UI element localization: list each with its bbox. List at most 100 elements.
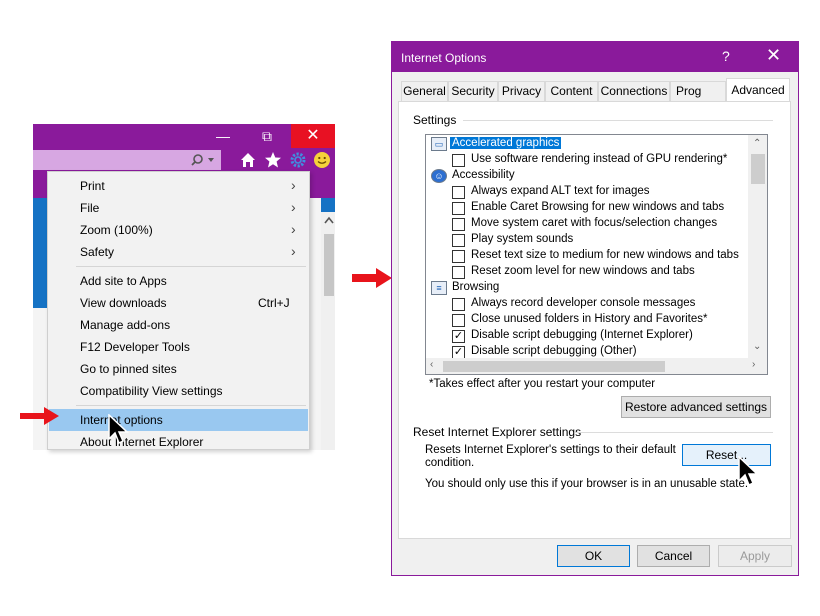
- reset-description: Resets Internet Explorer's settings to t…: [425, 444, 676, 469]
- checkbox-checked[interactable]: ✓: [452, 330, 465, 343]
- menu-separator: [76, 266, 306, 267]
- gear-icon[interactable]: [289, 151, 307, 169]
- tab-programs[interactable]: Prog: [670, 81, 726, 101]
- dialog-titlebar: Internet Options ? ✕: [392, 42, 798, 72]
- minimize-button[interactable]: —: [203, 124, 243, 148]
- menu-item-shortcut: Ctrl+J: [258, 296, 290, 310]
- checkbox[interactable]: [452, 250, 465, 263]
- mouse-cursor-icon: [738, 456, 759, 487]
- menu-item-view-downloads[interactable]: View downloads Ctrl+J: [49, 292, 308, 314]
- tab-connections[interactable]: Connections: [598, 81, 670, 101]
- chevron-right-icon: ›: [291, 199, 296, 215]
- menu-item-label: F12 Developer Tools: [80, 340, 190, 354]
- help-button[interactable]: ?: [722, 48, 730, 64]
- home-icon[interactable]: [240, 152, 256, 168]
- checkbox[interactable]: [452, 186, 465, 199]
- apply-button[interactable]: Apply: [718, 545, 792, 567]
- menu-item-label: File: [80, 201, 100, 215]
- setting-checkbox[interactable]: Always record developer console messages: [426, 296, 746, 312]
- restore-button[interactable]: ⧉: [247, 124, 287, 148]
- menu-item-compatibility-view-settings[interactable]: Compatibility View settings: [49, 380, 308, 402]
- restore-advanced-settings-button[interactable]: Restore advanced settings: [621, 396, 771, 418]
- menu-item-label: About Internet Explorer: [80, 435, 204, 449]
- display-icon: ▭: [431, 137, 447, 151]
- cancel-button[interactable]: Cancel: [637, 545, 710, 567]
- smiley-feedback-icon[interactable]: [313, 151, 331, 169]
- checkbox[interactable]: [452, 314, 465, 327]
- scroll-left-icon[interactable]: ‹: [430, 359, 433, 370]
- settings-horizontal-scroll-thumb[interactable]: [443, 361, 665, 372]
- menu-item-f12-developer-tools[interactable]: F12 Developer Tools: [49, 336, 308, 358]
- dialog-title: Internet Options: [401, 51, 487, 65]
- checkbox[interactable]: [452, 202, 465, 215]
- browsing-icon: ≡: [431, 281, 447, 295]
- menu-item-label: View downloads: [80, 296, 167, 310]
- menu-item-file[interactable]: File ›: [49, 197, 308, 219]
- checkbox[interactable]: [452, 154, 465, 167]
- settings-group-accessibility[interactable]: ☺ Accessibility: [426, 168, 746, 184]
- settings-group-accelerated-graphics[interactable]: ▭ Accelerated graphics: [426, 136, 746, 152]
- setting-checkbox[interactable]: Reset zoom level for new windows and tab…: [426, 264, 746, 280]
- setting-checkbox[interactable]: Play system sounds: [426, 232, 746, 248]
- menu-item-label: Compatibility View settings: [80, 384, 223, 398]
- reset-group-label: Reset Internet Explorer settings: [413, 425, 582, 439]
- setting-checkbox[interactable]: Enable Caret Browsing for new windows an…: [426, 200, 746, 216]
- scroll-down-icon[interactable]: ⌄: [753, 341, 761, 352]
- tab-security[interactable]: Security: [448, 81, 498, 101]
- internet-options-dialog: Internet Options ? ✕ General Security Pr…: [391, 41, 799, 576]
- tab-general[interactable]: General: [401, 81, 448, 101]
- address-bar[interactable]: [33, 150, 221, 170]
- mouse-cursor-icon: [108, 414, 129, 445]
- menu-item-go-to-pinned-sites[interactable]: Go to pinned sites: [49, 358, 308, 380]
- settings-vertical-scroll-thumb[interactable]: [751, 154, 765, 184]
- setting-checkbox[interactable]: ✓ Disable script debugging (Internet Exp…: [426, 328, 746, 344]
- search-icon[interactable]: [191, 154, 217, 166]
- menu-item-about-internet-explorer[interactable]: About Internet Explorer: [49, 431, 308, 453]
- settings-group-browsing[interactable]: ≡ Browsing: [426, 280, 746, 296]
- dialog-close-button[interactable]: ✕: [766, 45, 781, 66]
- tab-content[interactable]: Content: [545, 81, 598, 101]
- close-button[interactable]: ✕: [291, 124, 335, 148]
- setting-checkbox[interactable]: Reset text size to medium for new window…: [426, 248, 746, 264]
- menu-item-print[interactable]: Print ›: [49, 175, 308, 197]
- scroll-up-icon[interactable]: [324, 216, 334, 224]
- menu-item-label: Safety: [80, 245, 115, 259]
- scroll-right-icon[interactable]: ›: [752, 359, 755, 370]
- checkbox[interactable]: [452, 218, 465, 231]
- menu-item-safety[interactable]: Safety ›: [49, 241, 308, 263]
- setting-checkbox[interactable]: Close unused folders in History and Favo…: [426, 312, 746, 328]
- tab-privacy[interactable]: Privacy: [498, 81, 545, 101]
- menu-item-internet-options[interactable]: Internet options: [49, 409, 308, 431]
- menu-item-label: Print: [80, 179, 105, 193]
- page-scroll-thumb[interactable]: [324, 234, 334, 296]
- page-blue-strip-left: [33, 198, 47, 308]
- menu-item-add-site-to-apps[interactable]: Add site to Apps: [49, 270, 308, 292]
- tab-advanced[interactable]: Advanced: [726, 78, 790, 102]
- menu-item-manage-add-ons[interactable]: Manage add-ons: [49, 314, 308, 336]
- checkbox[interactable]: [452, 298, 465, 311]
- reset-warning: You should only use this if your browser…: [425, 478, 749, 490]
- menu-item-zoom[interactable]: Zoom (100%) ›: [49, 219, 308, 241]
- advanced-tab-panel: Settings ▭ Accelerated graphics Use soft…: [398, 101, 791, 539]
- ok-button[interactable]: OK: [557, 545, 630, 567]
- ie-titlebar: — ⧉ ✕: [33, 124, 335, 148]
- scroll-up-icon[interactable]: ⌃: [753, 138, 761, 149]
- group-divider: [463, 120, 773, 121]
- setting-checkbox[interactable]: Move system caret with focus/selection c…: [426, 216, 746, 232]
- group-divider: [575, 432, 773, 433]
- favorites-star-icon[interactable]: [264, 151, 282, 169]
- menu-item-label: Go to pinned sites: [80, 362, 177, 376]
- accessibility-icon: ☺: [431, 169, 447, 183]
- menu-item-label: Manage add-ons: [80, 318, 171, 332]
- setting-checkbox[interactable]: Always expand ALT text for images: [426, 184, 746, 200]
- settings-list[interactable]: ▭ Accelerated graphics Use software rend…: [425, 134, 768, 375]
- checkbox[interactable]: [452, 234, 465, 247]
- menu-item-label: Add site to Apps: [80, 274, 167, 288]
- setting-checkbox[interactable]: Use software rendering instead of GPU re…: [426, 152, 746, 168]
- restart-footnote: *Takes effect after you restart your com…: [429, 378, 656, 390]
- tools-menu: Print › File › Zoom (100%) › Safety › Ad…: [47, 171, 310, 450]
- menu-item-label: Zoom (100%): [80, 223, 153, 237]
- checkbox[interactable]: [452, 266, 465, 279]
- chevron-right-icon: ›: [291, 243, 296, 259]
- ie-address-row: [33, 148, 335, 172]
